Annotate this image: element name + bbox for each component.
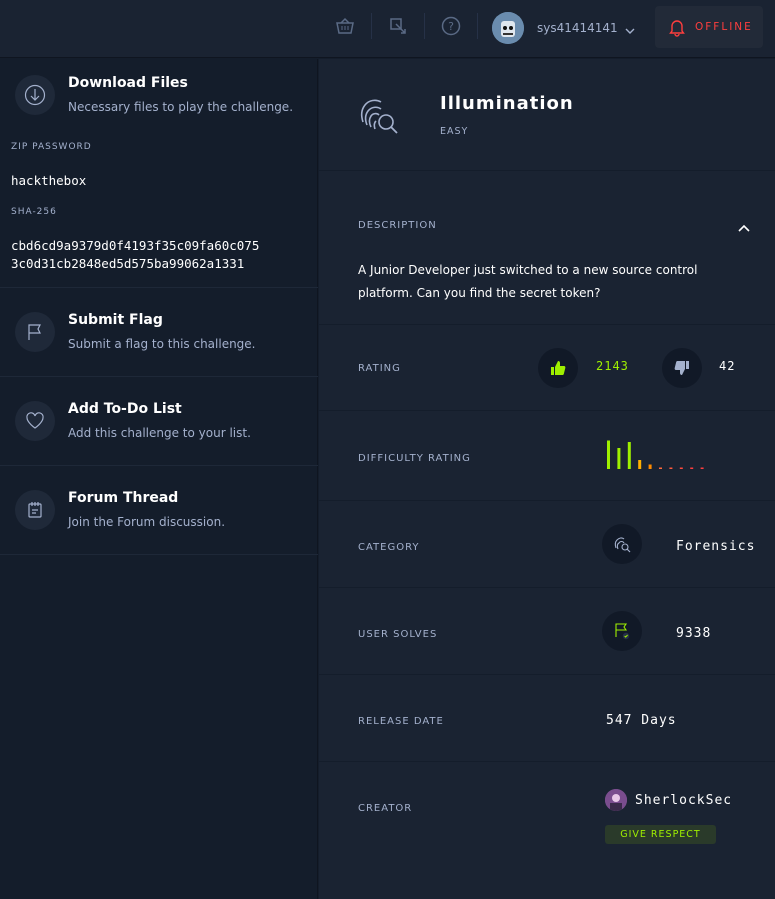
category-value: Forensics bbox=[676, 539, 756, 554]
category-section: CATEGORY Forensics bbox=[319, 501, 775, 588]
forensics-icon bbox=[602, 524, 642, 564]
help-icon[interactable]: ? bbox=[438, 12, 464, 40]
solves-flag-icon bbox=[602, 611, 642, 651]
status-label: OFFLINE bbox=[695, 21, 753, 33]
forum-section[interactable]: Forum Thread Join the Forum discussion. bbox=[0, 466, 318, 555]
difficulty-bar bbox=[648, 464, 652, 469]
left-panel: Download Files Necessary files to play t… bbox=[0, 59, 318, 899]
separator bbox=[477, 13, 478, 39]
description-text: A Junior Developer just switched to a ne… bbox=[358, 263, 698, 300]
download-files-section: Download Files Necessary files to play t… bbox=[0, 59, 318, 288]
chevron-down-icon[interactable] bbox=[624, 22, 636, 41]
bell-icon bbox=[667, 17, 687, 41]
difficulty-bar bbox=[638, 460, 642, 469]
difficulty-bar bbox=[659, 467, 662, 469]
description-label: DESCRIPTION bbox=[358, 220, 437, 231]
forum-subtitle: Join the Forum discussion. bbox=[68, 515, 226, 529]
difficulty-bar bbox=[627, 442, 631, 469]
fingerprint-search-icon bbox=[355, 92, 401, 142]
user-solves-section: USER SOLVES 9338 bbox=[319, 588, 775, 675]
difficulty-label: EASY bbox=[440, 126, 469, 137]
submit-flag-subtitle: Submit a flag to this challenge. bbox=[68, 337, 256, 351]
forum-icon[interactable] bbox=[15, 490, 55, 530]
chevron-up-icon[interactable] bbox=[737, 219, 751, 238]
heart-icon[interactable] bbox=[15, 401, 55, 441]
creator-label: CREATOR bbox=[358, 803, 413, 814]
creator-avatar[interactable] bbox=[605, 789, 627, 811]
basket-icon[interactable] bbox=[332, 12, 358, 40]
user-solves-label: USER SOLVES bbox=[358, 629, 438, 640]
avatar[interactable] bbox=[492, 12, 524, 44]
release-date-label: RELEASE DATE bbox=[358, 716, 444, 727]
todo-subtitle: Add this challenge to your list. bbox=[68, 426, 251, 440]
difficulty-bar bbox=[669, 467, 673, 469]
category-label: CATEGORY bbox=[358, 542, 420, 553]
top-bar: ? sys41414141 OFFLINE bbox=[0, 0, 775, 58]
challenge-details-panel: Illumination EASY DESCRIPTION A Junior D… bbox=[319, 59, 775, 899]
challenge-header: Illumination EASY bbox=[319, 59, 775, 171]
release-date-value: 547 Days bbox=[606, 713, 677, 728]
difficulty-rating-chart bbox=[607, 440, 704, 469]
likes-count: 2143 bbox=[596, 359, 629, 373]
todo-title[interactable]: Add To-Do List bbox=[68, 401, 182, 417]
release-date-section: RELEASE DATE 547 Days bbox=[319, 675, 775, 762]
difficulty-bar bbox=[607, 440, 610, 469]
give-respect-button[interactable]: GIVE RESPECT bbox=[605, 825, 716, 844]
separator bbox=[371, 13, 372, 39]
thumbs-up-icon[interactable] bbox=[538, 348, 578, 388]
difficulty-bar bbox=[700, 467, 704, 469]
rating-label: RATING bbox=[358, 363, 401, 374]
zip-password-label: ZIP PASSWORD bbox=[11, 142, 92, 152]
separator bbox=[424, 13, 425, 39]
user-solves-value: 9338 bbox=[676, 626, 712, 641]
difficulty-bar bbox=[690, 467, 694, 469]
sha-value-line-1: cbd6cd9a9379d0f4193f35c09fa60c075 bbox=[11, 238, 260, 253]
submit-flag-title[interactable]: Submit Flag bbox=[68, 312, 163, 328]
dislikes-count: 42 bbox=[719, 359, 736, 373]
download-files-subtitle: Necessary files to play the challenge. bbox=[68, 100, 294, 114]
rating-section: RATING 2143 42 bbox=[319, 325, 775, 411]
difficulty-bar bbox=[679, 467, 683, 469]
flag-icon[interactable] bbox=[15, 312, 55, 352]
difficulty-rating-section: DIFFICULTY RATING bbox=[319, 411, 775, 501]
vpn-status-button[interactable]: OFFLINE bbox=[655, 6, 763, 48]
creator-name[interactable]: SherlockSec bbox=[635, 793, 732, 808]
difficulty-rating-label: DIFFICULTY RATING bbox=[358, 453, 471, 464]
vpn-icon[interactable] bbox=[385, 12, 411, 40]
sha-value-line-2: 3c0d31cb2848ed5d575ba99062a1331 bbox=[11, 256, 245, 271]
difficulty-bar bbox=[617, 448, 621, 469]
zip-password-value: hackthebox bbox=[11, 173, 87, 188]
challenge-title: Illumination bbox=[440, 93, 574, 114]
download-icon[interactable] bbox=[15, 75, 55, 115]
todo-section[interactable]: Add To-Do List Add this challenge to you… bbox=[0, 377, 318, 466]
username[interactable]: sys41414141 bbox=[537, 21, 618, 35]
forum-title[interactable]: Forum Thread bbox=[68, 490, 178, 506]
thumbs-down-icon[interactable] bbox=[662, 348, 702, 388]
submit-flag-section[interactable]: Submit Flag Submit a flag to this challe… bbox=[0, 288, 318, 377]
sha-label: SHA-256 bbox=[11, 207, 57, 217]
svg-text:?: ? bbox=[448, 20, 454, 33]
download-files-title[interactable]: Download Files bbox=[68, 75, 188, 91]
